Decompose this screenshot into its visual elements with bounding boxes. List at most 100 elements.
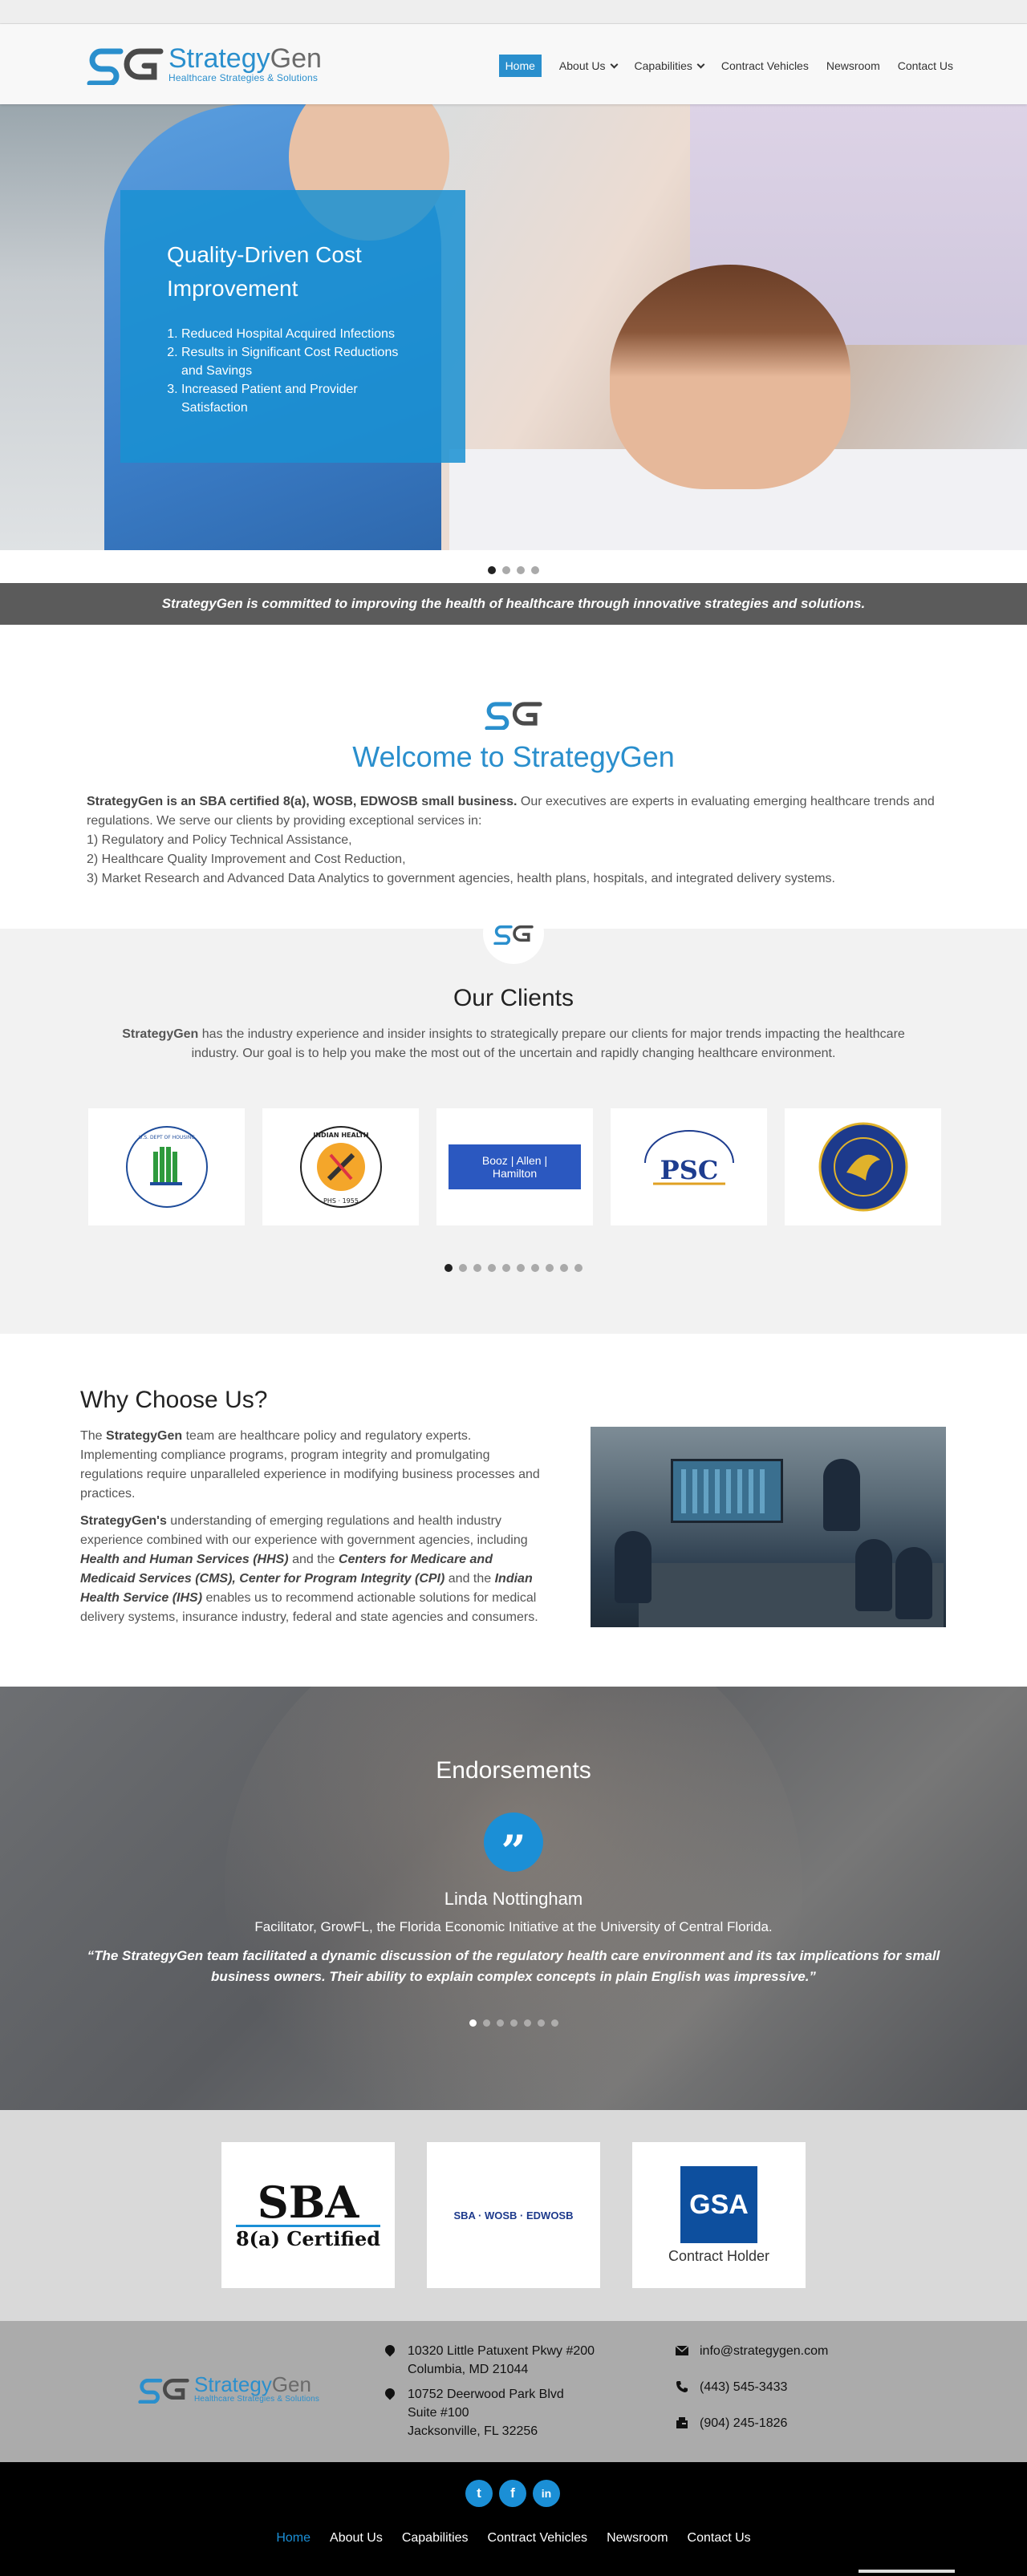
strategygen-mark-icon xyxy=(493,925,534,945)
carousel-dot[interactable] xyxy=(523,2019,531,2027)
main-nav: Home About Us Capabilities Contract Vehi… xyxy=(481,55,953,77)
client-logo-hud[interactable]: U.S. DEPT OF HOUSING xyxy=(88,1108,245,1225)
facebook-icon[interactable]: f xyxy=(499,2480,526,2507)
why-title: Why Choose Us? xyxy=(80,1387,268,1413)
clients-title: Our Clients xyxy=(453,985,574,1011)
svg-text:U.S. DEPT OF HOUSING: U.S. DEPT OF HOUSING xyxy=(139,1135,195,1140)
client-logo-psc[interactable]: PSC xyxy=(611,1108,767,1225)
clients-badge xyxy=(483,903,544,964)
carousel-dot[interactable] xyxy=(473,1264,481,1272)
gsa-caption: Contract Holder xyxy=(668,2247,770,2264)
footer-logo[interactable]: StrategyGen Healthcare Strategies & Solu… xyxy=(138,2374,319,2404)
gsa-mark: GSA xyxy=(680,2165,757,2243)
carousel-dot[interactable] xyxy=(546,1264,554,1272)
browser-top-strip xyxy=(0,0,1027,24)
footer-phone[interactable]: (443) 545-3433 xyxy=(676,2378,828,2396)
carousel-dot[interactable] xyxy=(496,2019,504,2027)
endorsements-title: Endorsements xyxy=(436,1757,591,1784)
client-logo-ihs[interactable]: INDIAN HEALTH PHS · 1955 xyxy=(262,1108,419,1225)
linkedin-icon[interactable]: in xyxy=(533,2480,560,2507)
why-text: The StrategyGen team are healthcare poli… xyxy=(80,1427,546,1635)
service-item: 3) Market Research and Advanced Data Ana… xyxy=(87,872,835,885)
carousel-dot[interactable] xyxy=(488,1264,496,1272)
nav-about-us[interactable]: About Us xyxy=(559,59,618,72)
nav-contact-us[interactable]: Contact Us xyxy=(898,59,953,72)
nav-home[interactable]: Home xyxy=(498,55,542,77)
carousel-dot[interactable] xyxy=(517,566,525,574)
strategygen-logo-icon xyxy=(87,48,164,85)
footer-nav-home[interactable]: Home xyxy=(276,2531,311,2546)
footer-nav-contact-us[interactable]: Contact Us xyxy=(688,2531,751,2546)
welcome-lead-bold: StrategyGen is an SBA certified 8(a), WO… xyxy=(87,795,518,808)
site-logo[interactable]: StrategyGen Healthcare Strategies & Solu… xyxy=(87,43,322,85)
presentation-screen xyxy=(671,1459,783,1523)
chevron-down-icon xyxy=(696,60,705,68)
clients-carousel-dots xyxy=(0,1264,1027,1272)
svg-text:INDIAN HEALTH: INDIAN HEALTH xyxy=(313,1132,368,1139)
footer-nav: Home About Us Capabilities Contract Vehi… xyxy=(0,2531,1027,2546)
carousel-dot[interactable] xyxy=(502,566,510,574)
fax-icon xyxy=(676,2417,688,2428)
footer-nav-capabilities[interactable]: Capabilities xyxy=(402,2531,469,2546)
carousel-dot[interactable] xyxy=(482,2019,490,2027)
attendee-figure xyxy=(615,1531,652,1603)
bottom-bar: t f in Home About Us Capabilities Contra… xyxy=(0,2462,1027,2576)
hero-caption-box: Quality-Driven Cost Improvement Reduced … xyxy=(120,190,465,463)
why-choose-us-section: Why Choose Us? The StrategyGen team are … xyxy=(0,1334,1027,1687)
hero-slider: Quality-Driven Cost Improvement Reduced … xyxy=(0,104,1027,550)
footer-nav-about-us[interactable]: About Us xyxy=(330,2531,383,2546)
carousel-dot[interactable] xyxy=(537,2019,545,2027)
carousel-dot[interactable] xyxy=(517,1264,525,1272)
logo-tagline: Healthcare Strategies & Solutions xyxy=(168,72,319,83)
twitter-icon[interactable]: t xyxy=(465,2480,493,2507)
presenter-figure xyxy=(823,1459,860,1531)
carousel-dot[interactable] xyxy=(459,1264,467,1272)
footer-nav-contract-vehicles[interactable]: Contract Vehicles xyxy=(488,2531,588,2546)
social-links: t f in xyxy=(465,2480,560,2507)
carousel-dot[interactable] xyxy=(469,2019,477,2027)
carousel-dot[interactable] xyxy=(531,566,539,574)
hero-patient-figure xyxy=(610,265,850,489)
hero-list-item: Increased Patient and Provider Satisfact… xyxy=(181,380,419,417)
gsa-contract-holder-badge[interactable]: GSA Contract Holder xyxy=(632,2142,806,2288)
service-item: 1) Regulatory and Policy Technical Assis… xyxy=(87,833,352,847)
carousel-dot[interactable] xyxy=(509,2019,518,2027)
location-pin-icon xyxy=(383,2343,397,2357)
welcome-title: Welcome to StrategyGen xyxy=(352,740,675,773)
strategygen-logo-icon xyxy=(138,2378,189,2404)
clients-section: Our Clients StrategyGen has the industry… xyxy=(0,903,1027,1334)
carousel-dot[interactable] xyxy=(531,1264,539,1272)
sba-8a-certified-badge[interactable]: SBA 8(a) Certified xyxy=(221,2142,395,2288)
hero-title: Quality-Driven Cost Improvement xyxy=(167,242,362,301)
carousel-dot[interactable] xyxy=(488,566,496,574)
nav-newsroom[interactable]: Newsroom xyxy=(826,59,880,72)
carousel-dot[interactable] xyxy=(560,1264,568,1272)
client-logo-hhs[interactable] xyxy=(785,1108,941,1225)
scrollbar-handle[interactable] xyxy=(859,2570,955,2573)
sba-8a-caption: 8(a) Certified xyxy=(235,2225,381,2250)
welcome-section: Welcome to StrategyGen xyxy=(0,698,1027,774)
carousel-dot[interactable] xyxy=(502,1264,510,1272)
client-logo-booz-allen[interactable]: Booz | Allen | Hamilton xyxy=(436,1108,593,1225)
carousel-dot[interactable] xyxy=(444,1264,453,1272)
footer-addresses: 10320 Little Patuxent Pkwy #200 Columbia,… xyxy=(382,2342,595,2447)
footer-email[interactable]: info@strategygen.com xyxy=(676,2342,828,2360)
nav-capabilities[interactable]: Capabilities xyxy=(635,59,705,72)
clients-text: StrategyGen has the industry experience … xyxy=(122,1027,905,1060)
location-pin-icon xyxy=(383,2386,397,2400)
strategygen-mark-icon xyxy=(485,702,542,730)
logo-name: StrategyGen xyxy=(168,43,322,74)
footer-nav-newsroom[interactable]: Newsroom xyxy=(607,2531,668,2546)
wosb-edwosb-badge[interactable]: SBA · WOSB · EDWOSB xyxy=(427,2142,600,2288)
hero-slider-dots xyxy=(0,566,1027,574)
site-header: StrategyGen Healthcare Strategies & Solu… xyxy=(0,24,1027,104)
carousel-dot[interactable] xyxy=(574,1264,583,1272)
carousel-dot[interactable] xyxy=(550,2019,558,2027)
quote-icon: ” xyxy=(484,1813,543,1877)
hud-seal-icon: U.S. DEPT OF HOUSING xyxy=(125,1126,208,1208)
svg-text:PSC: PSC xyxy=(660,1155,718,1185)
endorser-name: Linda Nottingham xyxy=(444,1889,583,1909)
nav-contract-vehicles[interactable]: Contract Vehicles xyxy=(721,59,809,72)
why-paragraph: The StrategyGen team are healthcare poli… xyxy=(80,1429,540,1501)
hero-list-item: Reduced Hospital Acquired Infections xyxy=(181,325,419,343)
